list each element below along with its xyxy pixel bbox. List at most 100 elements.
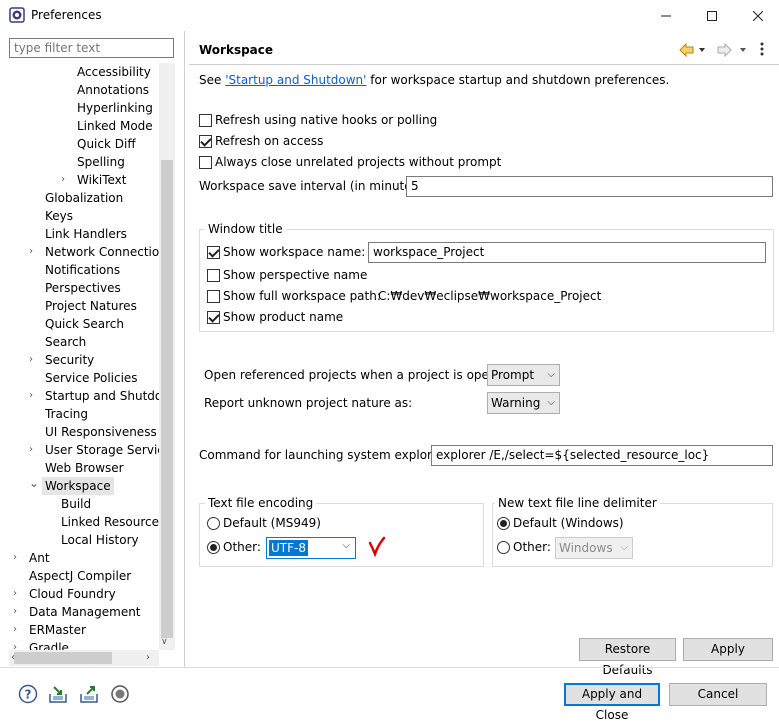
import-icon[interactable] <box>48 684 68 704</box>
chevron-down-icon: ⌵ <box>342 540 350 551</box>
report-unknown-select[interactable]: Warning ⌵ <box>487 392 560 414</box>
tree-item[interactable]: ERMaster <box>26 621 89 639</box>
save-interval-input[interactable]: 5 <box>406 176 773 197</box>
command-input[interactable]: explorer /E,/select=${selected_resource_… <box>431 445 773 466</box>
close-button[interactable] <box>735 0 779 31</box>
save-interval-label: Workspace save interval (in minutes): <box>199 179 427 193</box>
tree-item[interactable]: Notifications <box>42 261 123 279</box>
chevron-right-icon[interactable]: › <box>13 639 23 650</box>
tree-item[interactable]: Cloud Foundry <box>26 585 119 603</box>
red-check-mark-annotation <box>368 536 386 557</box>
chevron-right-icon[interactable]: › <box>29 387 39 405</box>
tree-item[interactable]: AspectJ Compiler <box>26 567 134 585</box>
encoding-default-radio[interactable] <box>207 517 220 530</box>
minimize-button[interactable] <box>643 0 689 31</box>
tree-item[interactable]: Hyperlinking <box>74 99 156 117</box>
tree-item[interactable]: User Storage Service <box>42 441 159 459</box>
tree-item[interactable]: Network Connections <box>42 243 159 261</box>
tree-item[interactable]: Quick Search <box>42 315 127 333</box>
tree-item[interactable]: Gradle <box>26 639 72 650</box>
tree-item[interactable]: Perspectives <box>42 279 124 297</box>
tree-item[interactable]: Service Policies <box>42 369 141 387</box>
encoding-other-radio[interactable] <box>207 541 220 554</box>
tree-item[interactable]: Link Handlers <box>42 225 130 243</box>
tree-horizontal-scroll-thumb[interactable] <box>14 652 112 664</box>
tree-item[interactable]: Local History <box>58 531 142 549</box>
chevron-right-icon[interactable]: › <box>13 603 23 621</box>
preference-tree[interactable]: Accessibility Annotations Hyperlinking Link… <box>9 63 159 650</box>
show-full-path-checkbox[interactable] <box>207 290 220 303</box>
tree-item[interactable]: Globalization <box>42 189 126 207</box>
refresh-access-label: Refresh on access <box>215 134 324 148</box>
chevron-down-icon: ⌵ <box>620 542 628 553</box>
view-menu-icon[interactable] <box>758 41 766 57</box>
tree-item[interactable]: Web Browser <box>42 459 127 477</box>
show-workspace-name-label: Show workspace name: <box>223 245 366 259</box>
delimiter-other-radio[interactable] <box>497 541 510 554</box>
footer-separator <box>0 667 779 668</box>
chevron-down-icon[interactable]: ⌄ <box>29 477 39 495</box>
restore-defaults-button[interactable]: Restore Defaults <box>579 638 676 677</box>
chevron-right-icon[interactable]: › <box>13 549 23 567</box>
refresh-access-checkbox[interactable] <box>199 135 212 148</box>
chevron-right-icon[interactable]: › <box>61 171 71 189</box>
tree-item[interactable]: Keys <box>42 207 76 225</box>
startup-shutdown-link[interactable]: 'Startup and Shutdown' <box>225 73 366 87</box>
show-workspace-name-checkbox[interactable] <box>207 246 220 259</box>
delimiter-default-radio[interactable] <box>497 517 510 530</box>
chevron-right-icon[interactable]: › <box>13 621 23 639</box>
encoding-default-label: Default (MS949) <box>223 516 321 530</box>
apply-and-close-button[interactable]: Apply and Close <box>564 683 660 722</box>
apply-button[interactable]: Apply <box>683 638 773 661</box>
tree-item[interactable]: UI Responsiveness M <box>42 423 159 441</box>
svg-text:?: ? <box>25 688 32 702</box>
record-icon[interactable] <box>110 684 130 704</box>
tree-item[interactable]: Annotations <box>74 81 152 99</box>
help-icon[interactable]: ? <box>18 684 38 704</box>
tree-item[interactable]: Workspace <box>42 477 114 495</box>
tree-item[interactable]: Spelling <box>74 153 128 171</box>
show-product-checkbox[interactable] <box>207 311 220 324</box>
tree-item[interactable]: Tracing <box>42 405 91 423</box>
tree-vertical-scroll-thumb[interactable] <box>161 160 173 638</box>
maximize-button[interactable] <box>689 0 735 31</box>
tree-item[interactable]: Data Management <box>26 603 144 621</box>
see-startup-text: See 'Startup and Shutdown' for workspace… <box>199 73 670 87</box>
encoding-select[interactable]: UTF-8 ⌵ <box>266 537 356 559</box>
chevron-right-icon[interactable]: › <box>29 351 39 369</box>
chevron-down-icon: ⌵ <box>547 369 555 380</box>
filter-input[interactable] <box>9 38 174 58</box>
back-icon[interactable] <box>679 43 707 57</box>
always-close-checkbox[interactable] <box>199 156 212 169</box>
cancel-button[interactable]: Cancel <box>669 683 767 706</box>
chevron-right-icon[interactable]: › <box>13 585 23 603</box>
tree-item[interactable]: Project Natures <box>42 297 140 315</box>
chevron-right-icon[interactable]: › <box>29 243 39 261</box>
delimiter-select[interactable]: Windows ⌵ <box>555 537 633 559</box>
export-icon[interactable] <box>79 684 99 704</box>
tree-item[interactable]: Linked Resources <box>58 513 159 531</box>
chevron-right-icon[interactable]: › <box>29 441 39 459</box>
panel-splitter[interactable] <box>184 31 185 667</box>
chevron-down-icon: ⌵ <box>547 397 555 408</box>
tree-item[interactable]: Build <box>58 495 94 513</box>
delimiter-default-label: Default (Windows) <box>513 516 624 530</box>
tree-item[interactable]: Ant <box>26 549 53 567</box>
tree-item[interactable]: Quick Diff <box>74 135 139 153</box>
tree-item[interactable]: Startup and Shutdown <box>42 387 159 405</box>
forward-icon[interactable] <box>716 43 748 57</box>
open-referenced-select[interactable]: Prompt ⌵ <box>487 364 560 386</box>
refresh-native-checkbox[interactable] <box>199 114 212 127</box>
tree-item[interactable]: Accessibility <box>74 63 154 81</box>
tree-item[interactable]: Search <box>42 333 89 351</box>
scroll-right-icon[interactable]: › <box>146 652 150 663</box>
scroll-down-icon[interactable]: ∨ <box>161 637 168 647</box>
open-referenced-label: Open referenced projects when a project … <box>204 368 516 382</box>
show-perspective-checkbox[interactable] <box>207 269 220 282</box>
workspace-name-input[interactable]: workspace_Project <box>368 242 766 263</box>
tree-item[interactable]: Security <box>42 351 97 369</box>
eclipse-icon <box>9 7 25 23</box>
tree-item[interactable]: Linked Mode <box>74 117 156 135</box>
tree-item[interactable]: WikiText <box>74 171 130 189</box>
scroll-left-icon[interactable]: ‹ <box>11 652 15 663</box>
